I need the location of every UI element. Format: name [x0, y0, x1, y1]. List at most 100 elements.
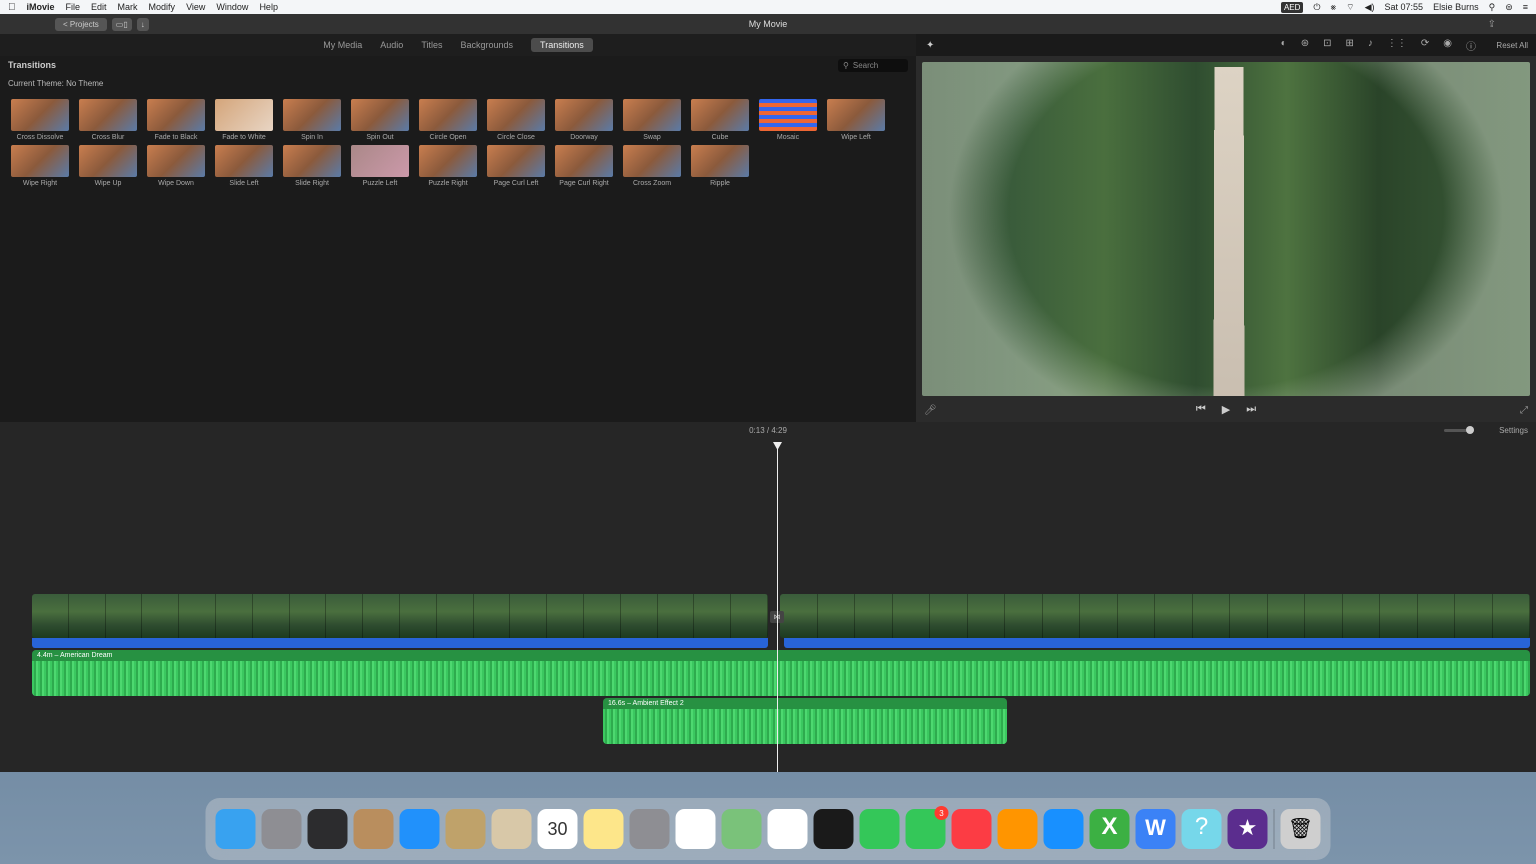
- tab-titles[interactable]: Titles: [421, 40, 442, 50]
- noise-icon[interactable]: ⋮⋮: [1387, 38, 1407, 53]
- notifications-icon[interactable]: ≡: [1523, 2, 1528, 12]
- apple-menu[interactable]: : [8, 2, 16, 13]
- transition-spin-out[interactable]: Spin Out: [348, 99, 412, 141]
- info-icon[interactable]: ⓘ: [1466, 38, 1476, 53]
- dock-messages[interactable]: [860, 809, 900, 849]
- dock-calendar[interactable]: 30: [538, 809, 578, 849]
- status-icon[interactable]: ⏻: [1313, 2, 1320, 13]
- timeline[interactable]: ⋈ 4.4m – American Dream 16.6s – Ambient …: [0, 438, 1536, 772]
- preview-video[interactable]: [922, 62, 1530, 396]
- prev-button[interactable]: ⏮: [1196, 403, 1206, 416]
- speed-icon[interactable]: ⟳: [1421, 38, 1429, 53]
- color-correct-icon[interactable]: ⊛: [1301, 38, 1309, 53]
- media-toggle[interactable]: ▭▯: [112, 18, 132, 31]
- dock-maps[interactable]: [722, 809, 762, 849]
- share-icon[interactable]: ⇪: [1488, 19, 1496, 30]
- dock-civ[interactable]: [814, 809, 854, 849]
- color-balance-icon[interactable]: ◐: [1281, 38, 1287, 53]
- video-clip-2[interactable]: [780, 594, 1530, 638]
- menu-window[interactable]: Window: [216, 2, 248, 12]
- import-button[interactable]: ↓: [137, 18, 149, 31]
- audio-track-2[interactable]: 16.6s – Ambient Effect 2: [603, 698, 1007, 744]
- volume-icon[interactable]: ◀︎): [1365, 2, 1375, 13]
- status-icon[interactable]: AED: [1281, 2, 1303, 13]
- dock-imovie[interactable]: ★: [1228, 809, 1268, 849]
- dock-photos[interactable]: [768, 809, 808, 849]
- tab-transitions[interactable]: Transitions: [531, 38, 593, 52]
- dock-help[interactable]: ?: [1182, 809, 1222, 849]
- transition-puzzle-right[interactable]: Puzzle Right: [416, 145, 480, 187]
- menu-edit[interactable]: Edit: [91, 2, 107, 12]
- transition-wipe-left[interactable]: Wipe Left: [824, 99, 888, 141]
- transition-wipe-right[interactable]: Wipe Right: [8, 145, 72, 187]
- back-projects-button[interactable]: < Projects: [55, 18, 107, 31]
- transition-fade-to-white[interactable]: Fade to White: [212, 99, 276, 141]
- dock-safari[interactable]: [400, 809, 440, 849]
- transition-slide-left[interactable]: Slide Left: [212, 145, 276, 187]
- transition-swap[interactable]: Swap: [620, 99, 684, 141]
- clip-volume-bar[interactable]: [32, 638, 768, 648]
- transition-circle-close[interactable]: Circle Close: [484, 99, 548, 141]
- play-button[interactable]: ▶: [1222, 403, 1230, 416]
- transition-cross-dissolve[interactable]: Cross Dissolve: [8, 99, 72, 141]
- transition-fade-to-black[interactable]: Fade to Black: [144, 99, 208, 141]
- dock-settings[interactable]: [630, 809, 670, 849]
- transition-wipe-up[interactable]: Wipe Up: [76, 145, 140, 187]
- transition-doorway[interactable]: Doorway: [552, 99, 616, 141]
- control-center-icon[interactable]: ⊜: [1505, 2, 1513, 13]
- transition-ripple[interactable]: Ripple: [688, 145, 752, 187]
- crop-icon[interactable]: ⊡: [1323, 38, 1331, 53]
- transition-cube[interactable]: Cube: [688, 99, 752, 141]
- dock-finder[interactable]: [216, 809, 256, 849]
- menu-help[interactable]: Help: [259, 2, 278, 12]
- playhead[interactable]: [777, 442, 778, 772]
- dock-w-app[interactable]: W: [1136, 809, 1176, 849]
- filter-icon[interactable]: ◉: [1443, 38, 1452, 53]
- volume-icon[interactable]: ♪: [1368, 38, 1373, 53]
- tab-my-media[interactable]: My Media: [323, 40, 362, 50]
- stabilize-icon[interactable]: ⊞: [1345, 38, 1353, 53]
- dock-facetime[interactable]: 3: [906, 809, 946, 849]
- transition-cross-zoom[interactable]: Cross Zoom: [620, 145, 684, 187]
- bluetooth-icon[interactable]: ⨳: [1331, 2, 1337, 13]
- transition-mosaic[interactable]: Mosaic: [756, 99, 820, 141]
- dock-x-app[interactable]: X: [1090, 809, 1130, 849]
- spotlight-icon[interactable]: ⚲: [1489, 2, 1496, 13]
- wifi-icon[interactable]: ⌔: [1346, 2, 1354, 13]
- clock[interactable]: Sat 07:55: [1385, 2, 1424, 12]
- transition-slide-right[interactable]: Slide Right: [280, 145, 344, 187]
- dock-reminders[interactable]: [446, 809, 486, 849]
- fullscreen-icon[interactable]: ⤢: [1520, 405, 1528, 416]
- dock-trash[interactable]: 🗑︎: [1281, 809, 1321, 849]
- dock-books[interactable]: [998, 809, 1038, 849]
- next-button[interactable]: ⏭: [1246, 403, 1256, 416]
- menu-view[interactable]: View: [186, 2, 205, 12]
- dock-photos-app[interactable]: [492, 809, 532, 849]
- transition-circle-open[interactable]: Circle Open: [416, 99, 480, 141]
- transition-puzzle-left[interactable]: Puzzle Left: [348, 145, 412, 187]
- timeline-settings[interactable]: Settings: [1499, 426, 1528, 435]
- user-name[interactable]: Elsie Burns: [1433, 2, 1479, 12]
- tab-backgrounds[interactable]: Backgrounds: [460, 40, 513, 50]
- reset-all[interactable]: Reset All: [1496, 41, 1528, 50]
- menu-mark[interactable]: Mark: [118, 2, 138, 12]
- search-input[interactable]: ⚲ Search: [838, 59, 908, 72]
- dock-appstore[interactable]: [1044, 809, 1084, 849]
- audio-track-1[interactable]: 4.4m – American Dream: [32, 650, 1530, 696]
- menu-modify[interactable]: Modify: [149, 2, 176, 12]
- dock-music[interactable]: [952, 809, 992, 849]
- dock-notes[interactable]: [584, 809, 624, 849]
- enhance-wand-icon[interactable]: ✦: [926, 40, 934, 51]
- voiceover-icon[interactable]: 🎤︎: [924, 405, 937, 416]
- menu-file[interactable]: File: [66, 2, 81, 12]
- transition-page-curl-left[interactable]: Page Curl Left: [484, 145, 548, 187]
- transition-spin-in[interactable]: Spin In: [280, 99, 344, 141]
- zoom-slider[interactable]: [1444, 429, 1474, 432]
- dock-lists[interactable]: [676, 809, 716, 849]
- transition-page-curl-right[interactable]: Page Curl Right: [552, 145, 616, 187]
- transition-wipe-down[interactable]: Wipe Down: [144, 145, 208, 187]
- dock-mission[interactable]: [308, 809, 348, 849]
- dock-launchpad[interactable]: [262, 809, 302, 849]
- tab-audio[interactable]: Audio: [380, 40, 403, 50]
- video-clip-1[interactable]: [32, 594, 768, 638]
